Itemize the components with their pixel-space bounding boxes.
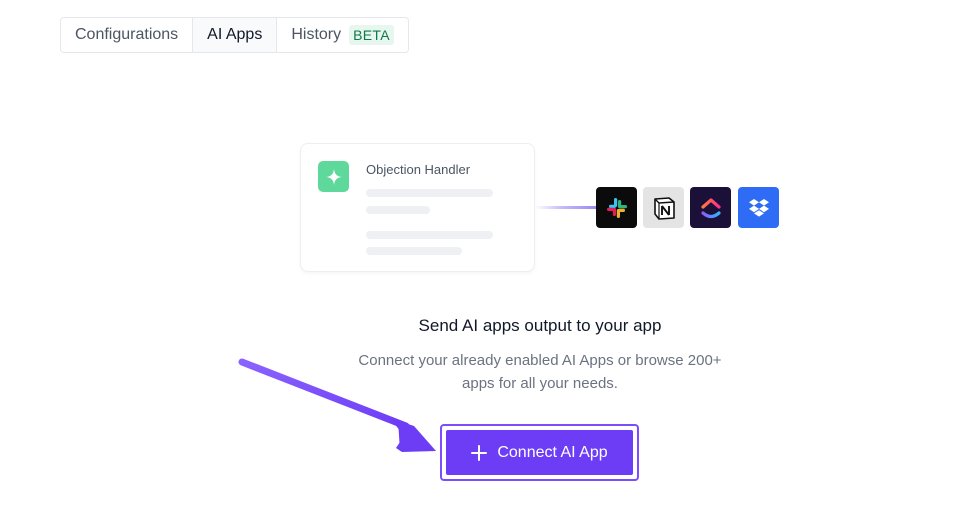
skeleton-line xyxy=(366,189,493,197)
tab-bar: Configurations AI Apps History BETA xyxy=(60,17,409,53)
connect-ai-app-button[interactable]: Connect AI App xyxy=(446,430,633,475)
tab-configurations[interactable]: Configurations xyxy=(61,18,194,52)
skeleton-line xyxy=(366,206,430,214)
pointer-arrow-icon xyxy=(238,358,436,452)
beta-badge: BETA xyxy=(349,25,394,45)
connect-ai-app-button-focus-ring: Connect AI App xyxy=(440,424,639,481)
button-label: Connect AI App xyxy=(497,443,608,461)
tab-history[interactable]: History BETA xyxy=(277,18,408,52)
skeleton-line xyxy=(366,247,462,255)
page: Configurations AI Apps History BETA Obje… xyxy=(0,0,960,506)
illustration-card: Objection Handler xyxy=(300,143,535,272)
sparkle-icon xyxy=(318,161,349,192)
card-title: Objection Handler xyxy=(366,162,471,177)
skeleton-line xyxy=(366,231,493,239)
dropbox-icon xyxy=(738,187,779,228)
plus-icon xyxy=(471,444,488,461)
tab-ai-apps[interactable]: AI Apps xyxy=(193,18,278,52)
tab-label: History xyxy=(291,26,342,43)
tab-label: AI Apps xyxy=(207,26,263,43)
empty-state-heading: Send AI apps output to your app xyxy=(418,316,662,335)
notion-icon xyxy=(643,187,684,228)
clickup-icon xyxy=(690,187,731,228)
tab-label: Configurations xyxy=(75,26,179,43)
slack-icon xyxy=(596,187,637,228)
connector-line xyxy=(535,206,597,209)
